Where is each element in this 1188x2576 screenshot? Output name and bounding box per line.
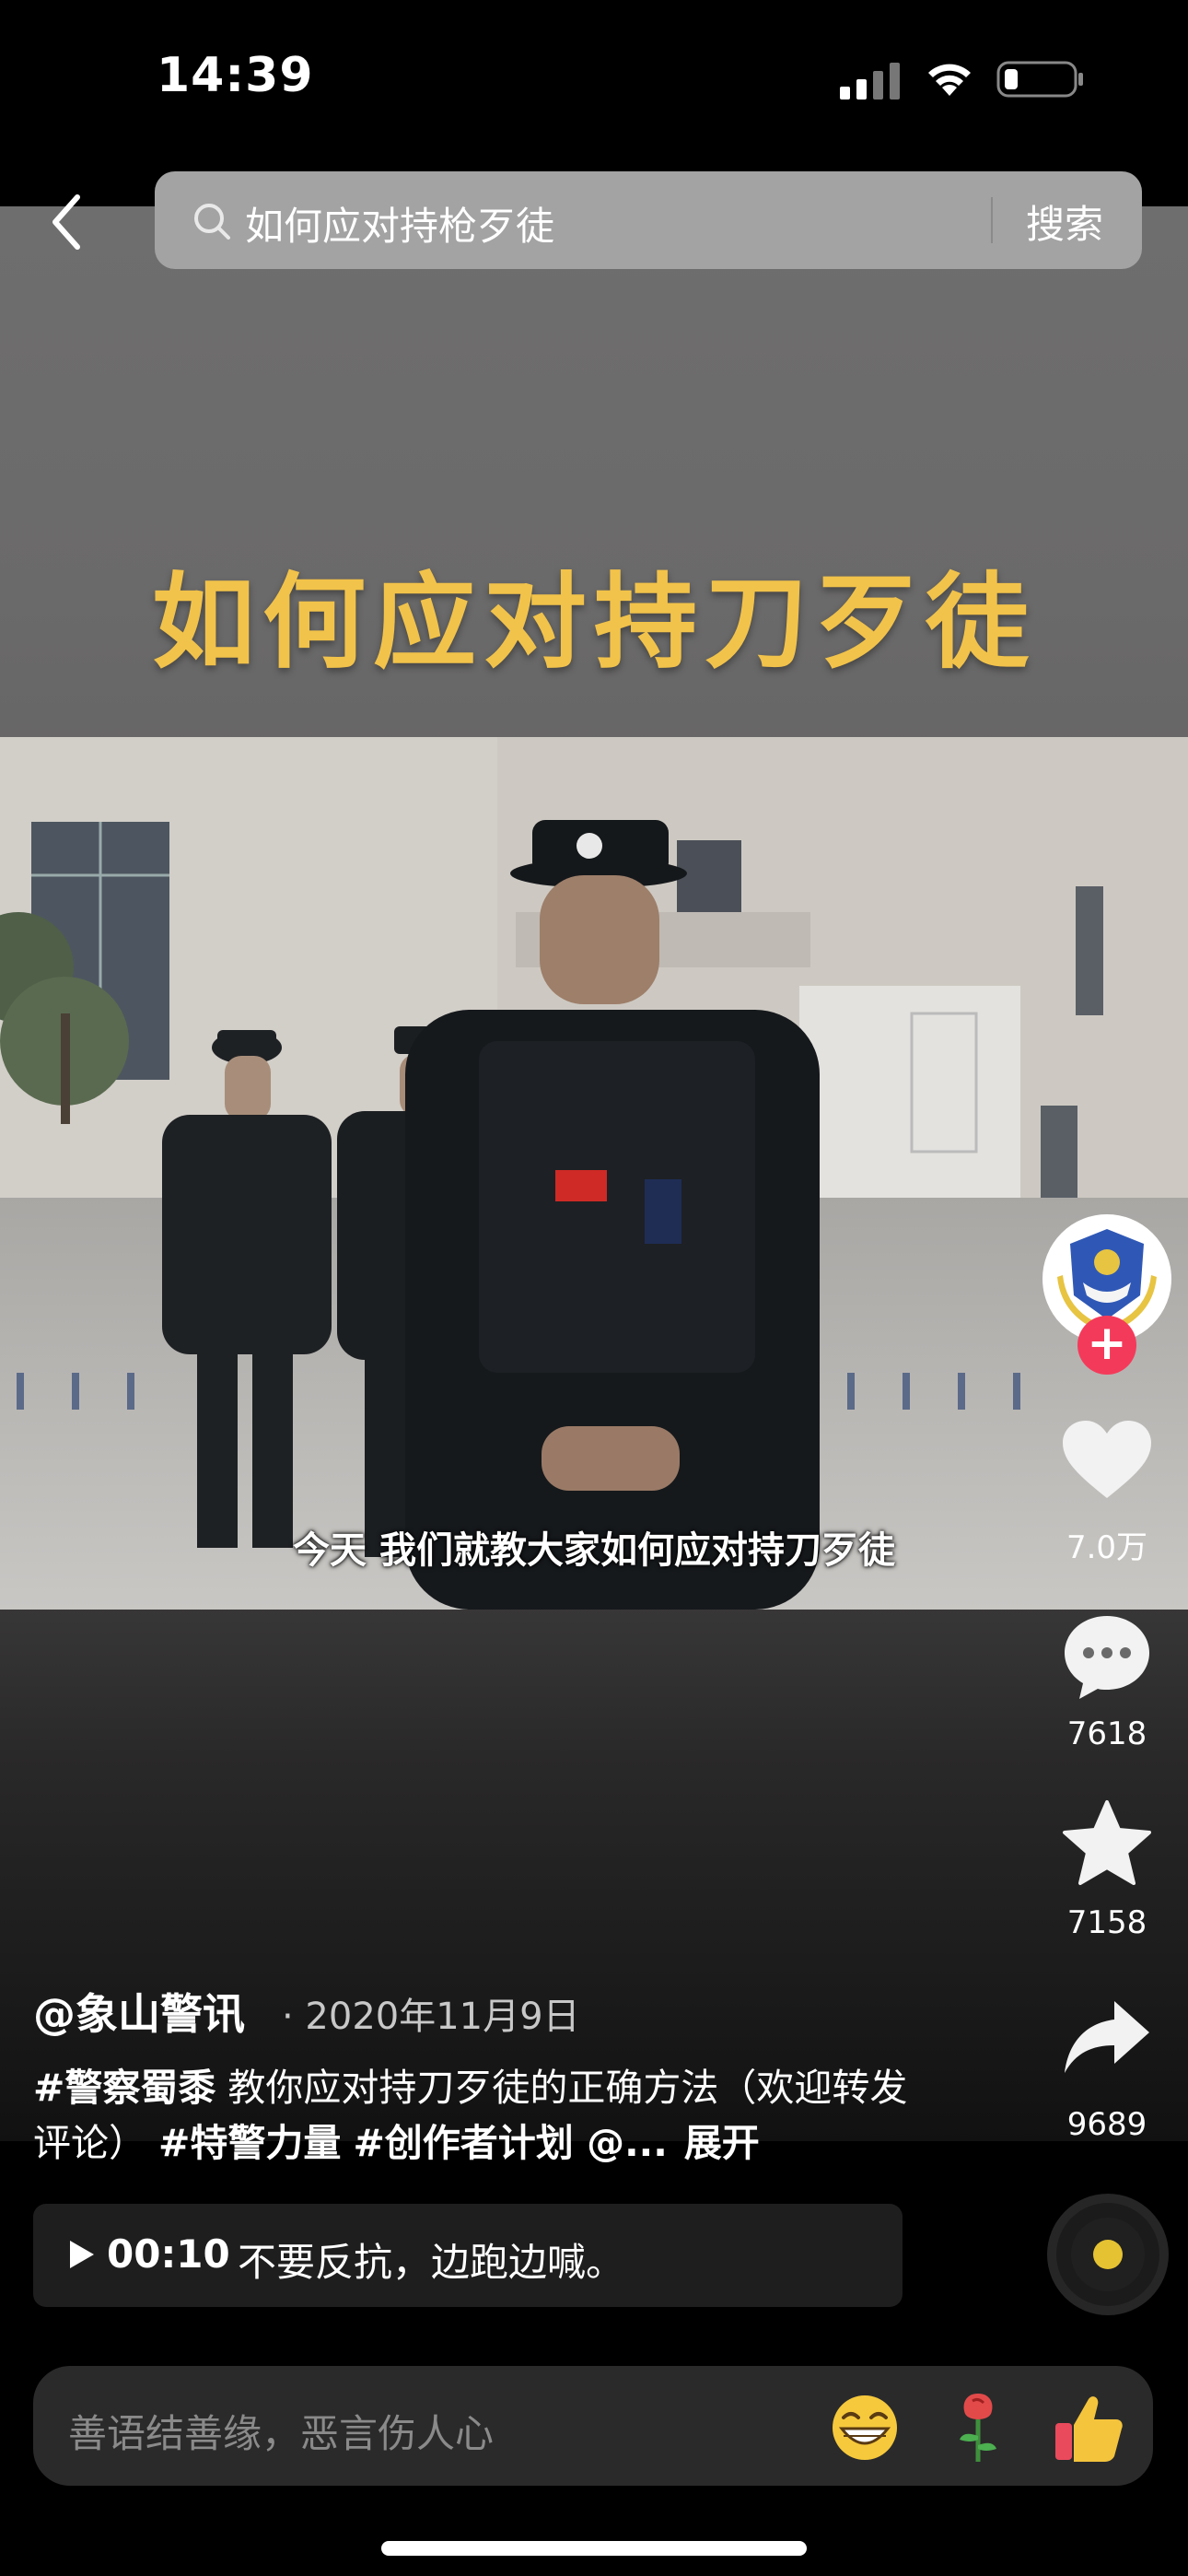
video-caption: 今天 我们就教大家如何应对持刀歹徒 [293, 1529, 895, 1572]
search-bar[interactable]: 如何应对持枪歹徒 搜索 [155, 171, 1142, 269]
cellular-signal-icon [840, 63, 900, 100]
chapter-text: 不要反抗，边跑边喊。 [238, 2240, 625, 2285]
comment-count: 7618 [1066, 1715, 1147, 1752]
chapter-bar[interactable]: 00:10 不要反抗，边跑边喊。 [33, 2204, 903, 2307]
chapter-time: 00:10 [107, 2231, 230, 2277]
favorite-count: 7158 [1066, 1904, 1147, 1941]
like-count: 7.0万 [1066, 1529, 1148, 1566]
video-scene-image [0, 737, 1188, 1610]
expand-button[interactable]: 展开 [684, 2121, 760, 2165]
thumbs-up-emoji-icon[interactable] [1052, 2390, 1125, 2464]
status-bar: 14:39 [0, 0, 1188, 166]
post-description: #警察蜀黍 教你应对持刀歹徒的正确方法（欢迎转发评论） #特警力量 #创作者计划… [33, 2060, 936, 2171]
mention-link[interactable]: @... [574, 2121, 668, 2165]
battery-icon [996, 61, 1083, 98]
star-icon[interactable] [1061, 1798, 1153, 1887]
comment-input-placeholder[interactable]: 善语结善缘，恶言伤人心 [68, 2403, 494, 2459]
music-disc-icon[interactable] [1046, 2193, 1170, 2316]
video-title-overlay: 如何应对持刀歹徒 [152, 563, 1036, 683]
search-divider [991, 197, 993, 243]
search-icon [194, 204, 230, 240]
follow-button[interactable]: + [1077, 1316, 1136, 1375]
post-date: · 2020年11月9日 [282, 1996, 580, 2038]
share-count: 9689 [1066, 2106, 1147, 2143]
back-icon[interactable] [44, 190, 88, 254]
grin-emoji-icon[interactable] [831, 2394, 899, 2462]
author-name-link[interactable]: @象山警讯 [33, 1981, 245, 2042]
play-icon [70, 2241, 94, 2268]
search-button[interactable]: 搜索 [1026, 193, 1103, 250]
home-indicator[interactable] [381, 2541, 807, 2556]
rose-emoji-icon[interactable] [950, 2390, 1006, 2464]
hashtag-link[interactable]: #警察蜀黍 [33, 2066, 215, 2110]
comment-input-bar[interactable]: 善语结善缘，恶言伤人心 [33, 2366, 1153, 2486]
search-query-text[interactable]: 如何应对持枪歹徒 [245, 195, 554, 252]
heart-icon[interactable] [1061, 1419, 1153, 1502]
hashtag-link[interactable]: #特警力量 [158, 2121, 341, 2165]
wifi-icon [928, 64, 971, 96]
status-time: 14:39 [157, 48, 314, 103]
hashtag-link[interactable]: #创作者计划 [353, 2121, 573, 2165]
comment-icon[interactable] [1061, 1612, 1153, 1701]
share-icon[interactable] [1061, 1997, 1153, 2077]
video-frame[interactable]: 今天 我们就教大家如何应对持刀歹徒 [0, 737, 1188, 1610]
video-screen: 14:39 如何应对持枪歹徒 搜索 如何应对持刀歹徒 今天 我们就教大家如何应对… [0, 0, 1188, 2576]
